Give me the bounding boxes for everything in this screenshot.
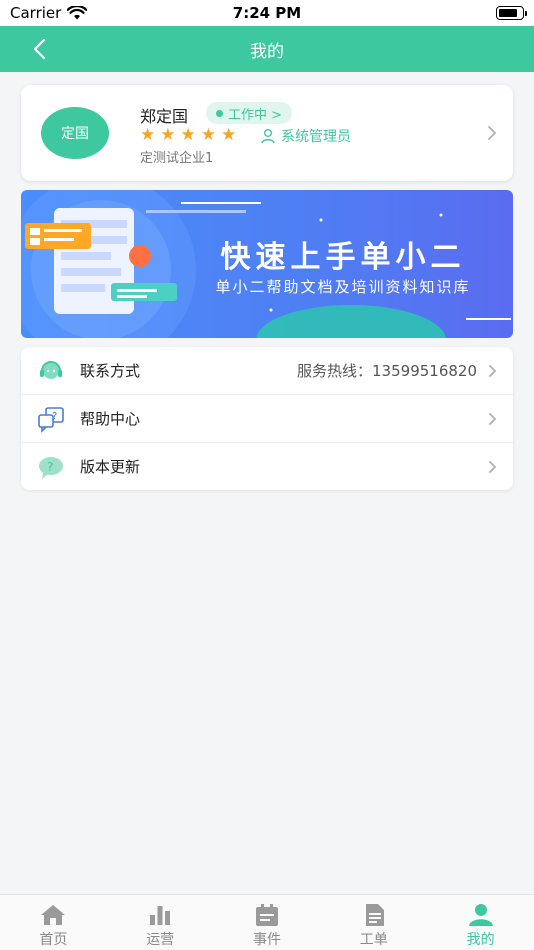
tab-events[interactable]: 事件 [214,895,321,950]
headset-icon [40,361,62,379]
nav-bar: 我的 [0,26,534,72]
rating-stars: ★ ★ ★ ★ ★ [140,125,236,145]
banner-subtitle: 单小二帮助文档及培训资料知识库 [215,278,471,296]
star-icon: ★ [200,125,216,145]
tab-operations[interactable]: 运营 [107,895,214,950]
tab-home[interactable]: 首页 [0,895,107,950]
menu-list: 联系方式 服务热线：13599516820 ? 帮助中心 ? 版本更新 [21,347,513,490]
menu-label: 帮助中心 [80,409,141,428]
profile-card[interactable]: 定国 郑定国 工作中 > ★ ★ ★ ★ ★ 系统管理员 定测试企业1 [21,85,513,181]
page-title: 我的 [250,41,284,62]
tab-bar: 首页 运营 事件 工单 我的 [0,894,534,950]
tab-label: 运营 [146,932,175,948]
star-icon: ★ [140,125,156,145]
tab-work-orders[interactable]: 工单 [320,895,427,950]
person-icon [468,904,493,926]
work-status-label: 工作中 > [228,107,283,123]
home-icon [41,905,66,925]
chevron-right-icon [489,413,497,425]
tab-label: 我的 [466,932,495,948]
tab-mine[interactable]: 我的 [427,895,534,950]
status-dot-icon [216,109,223,117]
menu-item-update[interactable]: ? 版本更新 [21,442,513,489]
menu-item-help[interactable]: ? 帮助中心 [21,394,513,441]
user-role: 系统管理员 [260,126,351,146]
role-label: 系统管理员 [281,129,351,145]
bar-chart-icon [150,906,171,925]
tab-label: 工单 [359,932,388,948]
carrier-label: Carrier [10,4,62,22]
work-status-badge[interactable]: 工作中 > [206,102,293,124]
menu-label: 版本更新 [80,457,141,476]
chevron-right-icon [488,126,497,140]
tab-label: 首页 [39,932,68,948]
calendar-icon [255,904,278,926]
menu-item-contact[interactable]: 联系方式 服务热线：13599516820 [21,347,513,394]
wifi-icon [67,6,88,20]
chevron-right-icon [489,365,497,377]
document-icon [365,904,384,926]
banner-title: 快速上手单小二 [220,240,466,275]
star-icon: ★ [160,125,176,145]
star-icon: ★ [180,125,196,145]
svg-text:?: ? [47,460,53,474]
help-chat-icon: ? [38,407,64,433]
service-hotline: 服务热线：13599516820 [297,362,477,380]
menu-label: 联系方式 [80,362,141,380]
help-banner[interactable]: 快速上手单小二 单小二帮助文档及培训资料知识库 [21,190,513,338]
back-button[interactable] [26,36,52,62]
avatar: 定国 [41,107,109,159]
user-name: 郑定国 [140,107,189,126]
svg-text:?: ? [52,411,57,422]
star-icon: ★ [221,125,237,145]
status-bar: Carrier 7:24 PM [0,0,534,26]
battery-icon [496,6,527,20]
tab-label: 事件 [252,932,281,948]
chevron-right-icon [489,461,497,473]
status-left: Carrier [10,4,88,22]
person-outline-icon [261,129,275,144]
company-name: 定测试企业1 [140,151,214,166]
update-icon: ? [39,457,63,479]
chevron-left-icon [33,38,46,60]
